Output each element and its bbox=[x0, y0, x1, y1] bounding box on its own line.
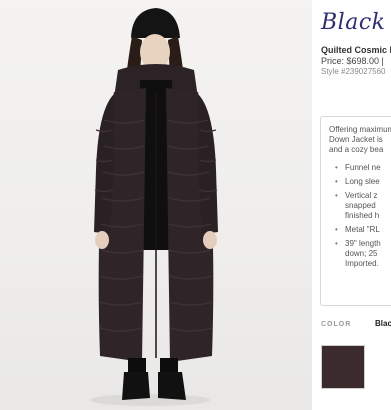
feature-item: Long slee bbox=[335, 177, 381, 187]
product-name[interactable]: Quilted Cosmic Down Jacket bbox=[321, 45, 391, 55]
beanie bbox=[131, 8, 180, 38]
left-hand bbox=[95, 231, 109, 249]
description-line: and a cozy bea bbox=[329, 145, 384, 154]
feature-text: Funnel ne bbox=[345, 163, 381, 172]
product-price: Price: $698.00 | bbox=[321, 56, 384, 66]
feature-text: snapped bbox=[345, 201, 376, 210]
feature-text: Vertical z bbox=[345, 191, 378, 200]
model-illustration bbox=[90, 8, 218, 406]
brand-title: Black Label bbox=[321, 10, 391, 35]
feature-item: Metal "RL bbox=[335, 225, 381, 235]
selected-color-name: Black bbox=[375, 319, 391, 328]
feature-item: 39" length down; 25 Imported. bbox=[335, 239, 381, 269]
description-line: Offering maximum warmth bbox=[329, 125, 391, 134]
right-boot bbox=[158, 372, 186, 400]
color-label: COLOR bbox=[321, 321, 352, 328]
feature-text: down; 25 bbox=[345, 249, 378, 258]
left-sleeve bbox=[94, 94, 114, 234]
feature-item: Vertical z snapped finished h bbox=[335, 191, 381, 221]
description-intro: Offering maximum warmth Down Jacket is a… bbox=[329, 125, 391, 155]
product-style-number: Style #239027560 bbox=[321, 67, 386, 76]
product-info-panel: Black Label Quilted Cosmic Down Jacket P… bbox=[312, 0, 391, 410]
right-hand bbox=[203, 231, 217, 249]
feature-list: Funnel ne Long slee Vertical z snapped f… bbox=[335, 163, 381, 273]
left-boot bbox=[122, 372, 150, 400]
feature-item: Funnel ne bbox=[335, 163, 381, 173]
feature-text: Metal "RL bbox=[345, 225, 380, 234]
description-box: Offering maximum warmth Down Jacket is a… bbox=[320, 116, 391, 306]
feature-text: Long slee bbox=[345, 177, 380, 186]
feature-text: Imported. bbox=[345, 259, 379, 268]
feature-text: 39" length bbox=[345, 239, 381, 248]
description-line: Down Jacket is bbox=[329, 135, 383, 144]
product-page: Black Label Quilted Cosmic Down Jacket P… bbox=[0, 0, 391, 410]
floor-shadow bbox=[90, 394, 210, 406]
feature-text: finished h bbox=[345, 211, 380, 220]
color-swatch-black[interactable] bbox=[321, 345, 365, 389]
product-photo[interactable] bbox=[0, 0, 312, 410]
right-sleeve bbox=[198, 94, 218, 234]
